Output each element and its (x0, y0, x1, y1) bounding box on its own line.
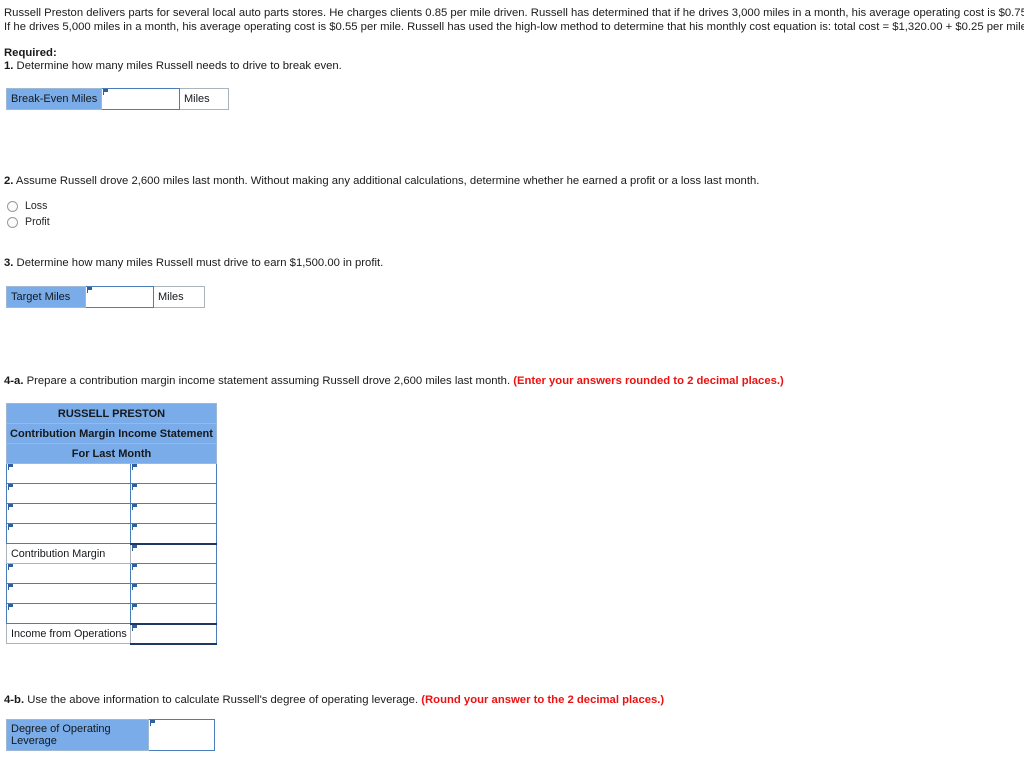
problem-statement-line-2: If he drives 5,000 miles in a month, his… (4, 21, 1024, 33)
statement-row-label-input[interactable] (6, 583, 131, 604)
statement-row-label-input[interactable] (6, 483, 131, 504)
target-miles-row: Target Miles Miles (6, 286, 205, 308)
statement-row-amount-input[interactable] (130, 503, 217, 524)
statement-row-label-input[interactable] (6, 503, 131, 524)
degree-of-operating-leverage-table: Degree of Operating Leverage (6, 719, 215, 751)
question-1-prompt: 1. Determine how many miles Russell need… (4, 59, 342, 73)
statement-period: For Last Month (6, 443, 217, 464)
statement-row-amount-input[interactable] (130, 542, 217, 564)
statement-row (6, 463, 217, 484)
field-marker-icon (8, 484, 13, 490)
statement-row-label-text: Contribution Margin (11, 547, 106, 560)
radio-option-profit[interactable]: Profit (7, 215, 50, 229)
radio-button-icon[interactable] (7, 216, 18, 228)
field-marker-icon (132, 544, 137, 551)
required-heading: Required: (4, 47, 57, 59)
field-marker-icon (132, 604, 137, 610)
question-2-text: Assume Russell drove 2,600 miles last mo… (13, 175, 760, 187)
field-marker-icon (8, 584, 13, 590)
question-2-number: 2. (4, 175, 14, 187)
statement-row-label-input[interactable] (6, 603, 131, 624)
degree-of-operating-leverage-input[interactable] (148, 719, 215, 751)
problem-statement-line-1: Russell Preston delivers parts for sever… (4, 7, 1024, 19)
question-4a-prompt: 4-a. Prepare a contribution margin incom… (4, 374, 784, 388)
statement-row-label-input[interactable] (6, 523, 131, 544)
field-marker-icon (132, 584, 137, 590)
statement-row (6, 603, 217, 624)
statement-row: Contribution Margin (6, 542, 217, 564)
target-miles-label: Target Miles (6, 286, 86, 308)
question-2-prompt: 2. Assume Russell drove 2,600 miles last… (4, 174, 759, 188)
contribution-margin-income-statement-table: RUSSELL PRESTON Contribution Margin Inco… (6, 403, 217, 645)
target-miles-table: Target Miles Miles (6, 286, 205, 308)
question-4a-number: 4-a. (4, 375, 24, 387)
statement-body: Contribution Margin Income from Operation… (6, 463, 217, 645)
statement-title-row-1: RUSSELL PRESTON (6, 403, 217, 424)
target-miles-unit: Miles (153, 286, 205, 308)
question-4b-prompt: 4-b. Use the above information to calcul… (4, 693, 664, 707)
degree-of-operating-leverage-row: Degree of Operating Leverage (6, 719, 215, 751)
statement-row (6, 583, 217, 604)
statement-row-label-input[interactable] (6, 563, 131, 584)
field-marker-icon (8, 464, 13, 470)
problem-statement: Russell Preston delivers parts for sever… (4, 6, 1024, 34)
statement-row (6, 483, 217, 504)
question-3-text: Determine how many miles Russell must dr… (13, 257, 384, 269)
statement-company-name: RUSSELL PRESTON (6, 403, 217, 424)
question-1-text: Determine how many miles Russell needs t… (13, 60, 342, 72)
field-marker-icon (132, 484, 137, 490)
statement-row (6, 563, 217, 584)
field-marker-icon (87, 287, 92, 293)
statement-title-row-3: For Last Month (6, 443, 217, 464)
field-marker-icon (8, 604, 13, 610)
field-marker-icon (8, 524, 13, 530)
statement-title-row-2: Contribution Margin Income Statement (6, 423, 217, 444)
statement-row (6, 503, 217, 524)
field-marker-icon (132, 464, 137, 470)
break-even-miles-input[interactable] (101, 88, 180, 110)
field-marker-icon (103, 89, 108, 95)
statement-row-amount-input[interactable] (130, 463, 217, 484)
statement-row-label: Income from Operations (6, 623, 131, 644)
question-3-prompt: 3. Determine how many miles Russell must… (4, 256, 383, 270)
field-marker-icon (132, 564, 137, 570)
target-miles-input[interactable] (85, 286, 154, 308)
statement-row-amount-input[interactable] (130, 523, 217, 544)
question-4b-text: Use the above information to calculate R… (24, 694, 422, 706)
question-3-number: 3. (4, 257, 14, 269)
break-even-miles-label: Break-Even Miles (6, 88, 102, 110)
radio-option-loss[interactable]: Loss (7, 199, 50, 213)
question-4b-number: 4-b. (4, 694, 25, 706)
statement-row: Income from Operations (6, 622, 217, 645)
statement-row-label: Contribution Margin (6, 543, 131, 564)
break-even-miles-table: Break-Even Miles Miles (6, 88, 229, 110)
radio-button-icon[interactable] (7, 200, 18, 212)
degree-of-operating-leverage-label: Degree of Operating Leverage (6, 719, 149, 751)
statement-row (6, 523, 217, 544)
field-marker-icon (8, 504, 13, 510)
statement-name: Contribution Margin Income Statement (6, 423, 217, 444)
question-1-number: 1. (4, 60, 14, 72)
break-even-miles-row: Break-Even Miles Miles (6, 88, 229, 110)
question-4b-note: (Round your answer to the 2 decimal plac… (421, 694, 665, 706)
field-marker-icon (8, 564, 13, 570)
statement-row-amount-input[interactable] (130, 603, 217, 624)
statement-row-amount-input[interactable] (130, 622, 217, 645)
radio-option-loss-label: Loss (25, 200, 48, 212)
field-marker-icon (132, 524, 137, 530)
statement-row-amount-input[interactable] (130, 483, 217, 504)
statement-row-label-text: Income from Operations (11, 627, 127, 640)
statement-row-amount-input[interactable] (130, 563, 217, 584)
radio-option-profit-label: Profit (25, 216, 50, 228)
statement-row-label-input[interactable] (6, 463, 131, 484)
statement-row-amount-input[interactable] (130, 583, 217, 604)
field-marker-icon (132, 624, 137, 631)
field-marker-icon (132, 504, 137, 510)
break-even-miles-unit: Miles (179, 88, 229, 110)
question-4a-note: (Enter your answers rounded to 2 decimal… (513, 375, 784, 387)
profit-loss-radio-group: Loss Profit (7, 199, 50, 231)
field-marker-icon (150, 720, 155, 726)
question-4a-text: Prepare a contribution margin income sta… (23, 375, 514, 387)
